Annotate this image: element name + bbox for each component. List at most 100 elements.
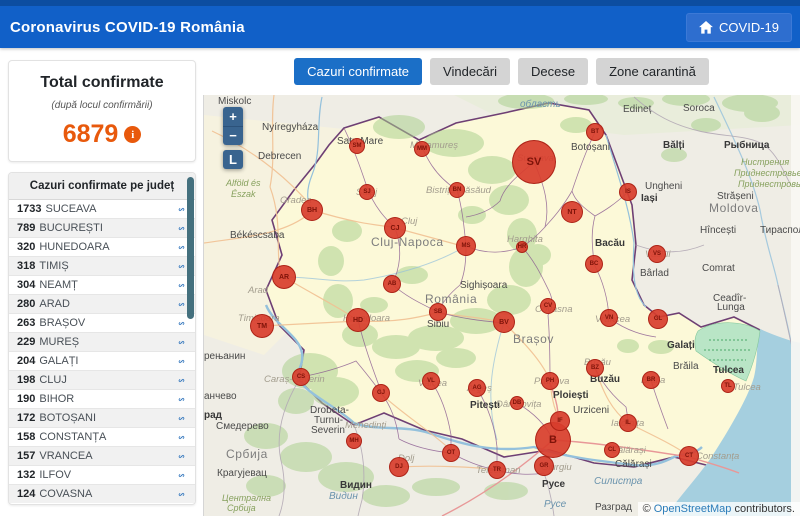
- county-marker-br[interactable]: BR: [642, 371, 660, 389]
- case-count: 158: [17, 428, 35, 446]
- tab-vindecări[interactable]: Vindecări: [430, 58, 510, 85]
- county-marker-vn[interactable]: VN: [600, 309, 618, 327]
- county-name: BRAȘOV: [39, 314, 85, 332]
- link-icon[interactable]: [176, 375, 187, 386]
- county-marker-vs[interactable]: VS: [648, 245, 666, 263]
- county-marker-db[interactable]: DB: [510, 396, 524, 410]
- link-icon[interactable]: [176, 356, 187, 367]
- tab-cazuri-confirmate[interactable]: Cazuri confirmate: [294, 58, 422, 85]
- table-row: 198CLUJ: [9, 370, 195, 389]
- zoom-in-button[interactable]: +: [223, 107, 243, 126]
- county-name: BIHOR: [39, 390, 74, 408]
- case-count: 263: [17, 314, 35, 332]
- county-name: NEAMȚ: [39, 276, 78, 294]
- tab-decese[interactable]: Decese: [518, 58, 588, 85]
- county-marker-ag[interactable]: AG: [468, 379, 486, 397]
- info-icon[interactable]: i: [124, 126, 141, 143]
- map-viewport[interactable]: MiskolcNyíregyházaDebrecenAlföld ésÉszak…: [203, 95, 800, 516]
- county-marker-nt[interactable]: NT: [561, 201, 583, 223]
- county-marker-gj[interactable]: GJ: [372, 384, 390, 402]
- county-marker-bt[interactable]: BT: [586, 123, 604, 141]
- county-marker-bv[interactable]: BV: [493, 311, 515, 333]
- county-marker-cl[interactable]: CL: [604, 442, 620, 458]
- link-icon[interactable]: [176, 470, 187, 481]
- link-icon[interactable]: [176, 280, 187, 291]
- app-title: Coronavirus COVID-19 România: [10, 19, 245, 36]
- county-marker-bh[interactable]: BH: [301, 199, 323, 221]
- county-name: MUREȘ: [39, 333, 79, 351]
- county-marker-ab[interactable]: AB: [383, 275, 401, 293]
- table-row: 158CONSTANȚA: [9, 427, 195, 446]
- county-marker-cj[interactable]: CJ: [384, 217, 406, 239]
- case-count: 172: [17, 409, 35, 427]
- attribution-prefix: ©: [643, 503, 654, 515]
- county-marker-bn[interactable]: BN: [449, 182, 465, 198]
- case-count: 198: [17, 371, 35, 389]
- table-scrollbar[interactable]: [187, 177, 194, 319]
- county-name: SUCEAVA: [45, 200, 96, 218]
- county-marker-sj[interactable]: SJ: [359, 184, 375, 200]
- table-row: 132ILFOV: [9, 465, 195, 484]
- county-marker-mm[interactable]: MM: [414, 141, 430, 157]
- tabs: Cazuri confirmate Vindecări Decese Zone car…: [203, 48, 800, 96]
- county-marker-cs[interactable]: CS: [292, 368, 310, 386]
- county-marker-is[interactable]: IS: [619, 183, 637, 201]
- county-marker-bz[interactable]: BZ: [586, 359, 604, 377]
- county-marker-tr[interactable]: TR: [488, 461, 506, 479]
- link-icon[interactable]: [176, 261, 187, 272]
- covid19-nav-button[interactable]: COVID-19: [686, 13, 792, 42]
- county-name: CONSTANȚA: [39, 428, 106, 446]
- link-icon[interactable]: [176, 413, 187, 424]
- county-marker-vl[interactable]: VL: [422, 372, 440, 390]
- link-icon[interactable]: [176, 432, 187, 443]
- county-marker-tm[interactable]: TM: [250, 314, 274, 338]
- county-name: VRANCEA: [39, 447, 92, 465]
- link-icon[interactable]: [176, 242, 187, 253]
- county-name: HUNEDOARA: [39, 238, 109, 256]
- total-confirmed-value: 6879: [63, 120, 119, 149]
- county-marker-sv[interactable]: SV: [512, 140, 556, 184]
- link-icon[interactable]: [176, 337, 187, 348]
- county-marker-ct[interactable]: CT: [679, 446, 699, 466]
- county-marker-ot[interactable]: OT: [442, 444, 460, 462]
- table-row: 229MUREȘ: [9, 332, 195, 351]
- case-count: 157: [17, 447, 35, 465]
- tab-zone-carantină[interactable]: Zone carantină: [596, 58, 709, 85]
- county-marker-dj[interactable]: DJ: [389, 457, 409, 477]
- county-marker-bc[interactable]: BC: [585, 255, 603, 273]
- county-marker-sm[interactable]: SM: [349, 138, 365, 154]
- county-marker-gl[interactable]: GL: [648, 309, 668, 329]
- county-marker-il[interactable]: IL: [619, 414, 637, 432]
- case-count: 789: [17, 219, 35, 237]
- county-marker-hd[interactable]: HD: [346, 308, 370, 332]
- county-marker-gr[interactable]: GR: [534, 456, 554, 476]
- county-marker-hr[interactable]: HR: [516, 241, 528, 253]
- county-table-body: 1733SUCEAVA789BUCUREȘTI320HUNEDOARA318TI…: [9, 200, 195, 503]
- county-name: BUCUREȘTI: [39, 219, 103, 237]
- table-row: 280ARAD: [9, 294, 195, 313]
- county-name: COVASNA: [39, 485, 92, 503]
- link-icon[interactable]: [176, 223, 187, 234]
- county-marker-if[interactable]: IF: [550, 411, 570, 431]
- link-icon[interactable]: [176, 489, 187, 500]
- county-marker-cv[interactable]: CV: [540, 298, 556, 314]
- county-marker-tl[interactable]: TL: [721, 379, 735, 393]
- locate-button[interactable]: L: [223, 150, 243, 169]
- link-icon[interactable]: [176, 204, 187, 215]
- case-count: 229: [17, 333, 35, 351]
- openstreetmap-link[interactable]: OpenStreetMap: [654, 503, 732, 515]
- county-marker-mh[interactable]: MH: [346, 433, 362, 449]
- link-icon[interactable]: [176, 394, 187, 405]
- county-marker-ms[interactable]: MS: [456, 236, 476, 256]
- county-marker-sb[interactable]: SB: [429, 303, 447, 321]
- zoom-out-button[interactable]: −: [223, 126, 243, 145]
- county-marker-ar[interactable]: AR: [272, 265, 296, 289]
- table-row: 789BUCUREȘTI: [9, 218, 195, 237]
- table-row: 157VRANCEA: [9, 446, 195, 465]
- home-icon: [699, 21, 713, 34]
- link-icon[interactable]: [176, 318, 187, 329]
- map-markers: SV BT SM MM IS BN SJ NT BH CJ HR MS BC VS AR AB CV VN GL SB…: [204, 95, 800, 516]
- link-icon[interactable]: [176, 299, 187, 310]
- county-marker-ph[interactable]: PH: [541, 372, 559, 390]
- link-icon[interactable]: [176, 451, 187, 462]
